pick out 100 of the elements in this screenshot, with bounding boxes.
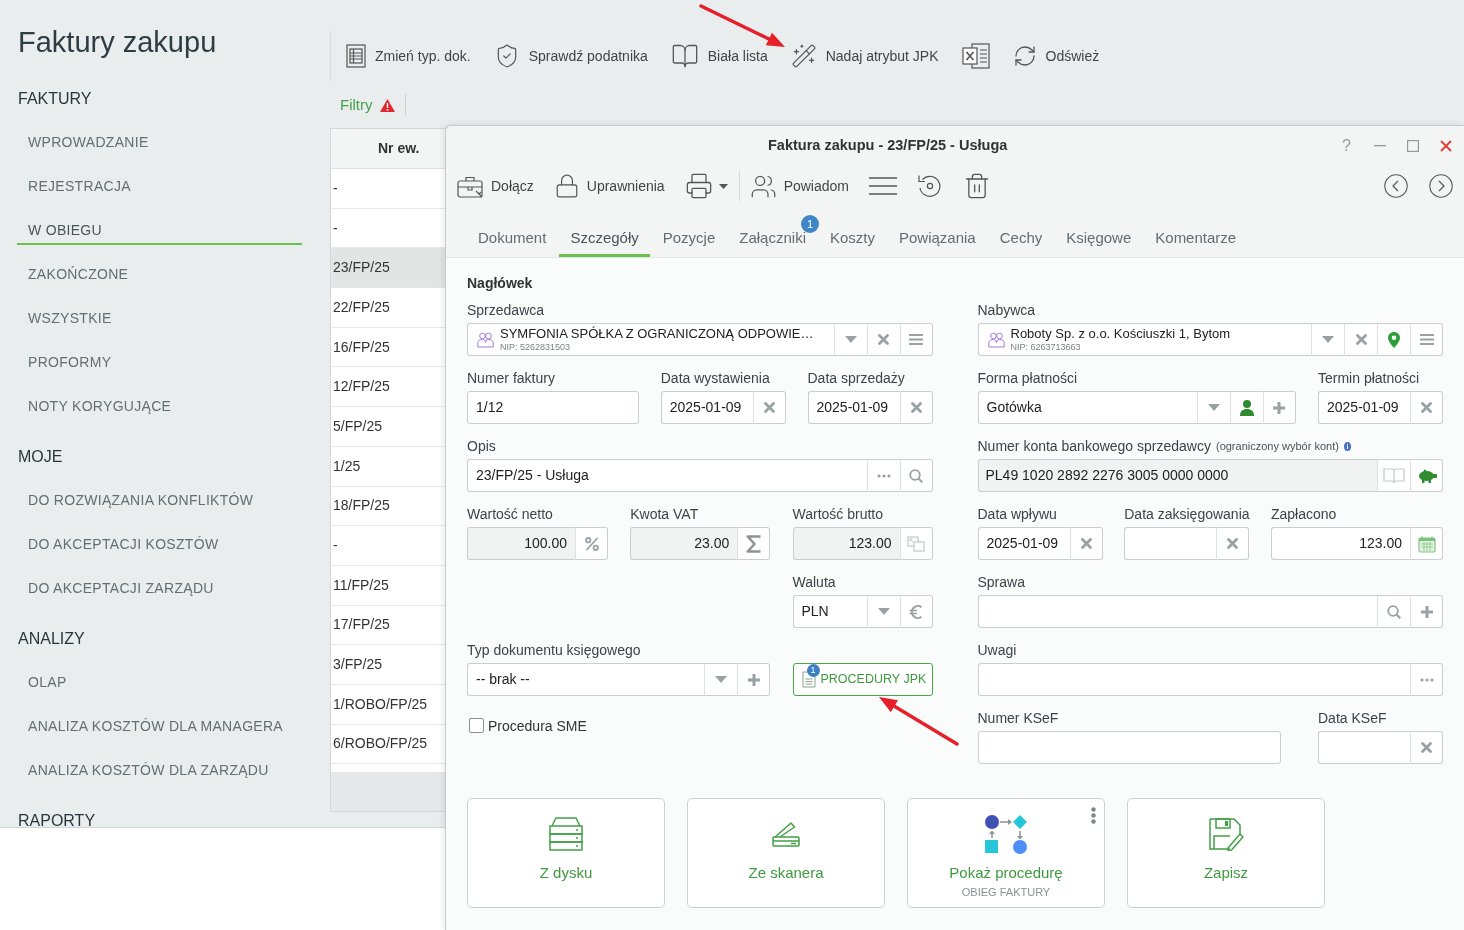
clear-button[interactable] (1410, 731, 1443, 764)
clear-button[interactable] (1410, 391, 1443, 424)
text-field[interactable]: 123.00 (1271, 527, 1410, 560)
location-button[interactable] (1377, 323, 1410, 356)
clear-icon (1080, 538, 1092, 549)
person-button[interactable] (1229, 391, 1263, 424)
change-document-type-button[interactable]: Zmień typ. dok. (336, 36, 481, 76)
next-button[interactable] (1429, 174, 1453, 198)
text-field[interactable] (977, 731, 1281, 764)
menu-button[interactable] (1410, 323, 1443, 356)
tab[interactable]: Cechy (988, 219, 1054, 257)
contractor-field[interactable]: Roboty Sp. z o.o. Kościuszki 1, Bytom NIP: 6263713663 (977, 323, 1311, 356)
add-button[interactable] (1410, 595, 1443, 628)
text-field[interactable] (1124, 527, 1217, 560)
document-icon (346, 44, 366, 68)
text-field[interactable]: 2025-01-09 (1318, 391, 1410, 424)
text-field[interactable]: PLN (792, 595, 867, 628)
menu-button[interactable] (899, 323, 933, 356)
calendar-button[interactable] (1410, 527, 1443, 560)
text-field[interactable]: 100.00 (467, 527, 575, 560)
piggy-bank-button[interactable] (1410, 459, 1443, 492)
tab[interactable]: Dokument (467, 219, 558, 257)
tab[interactable]: Pozycje (651, 219, 727, 257)
sidebar-item[interactable]: ANALIZA KOSZTÓW DLA MANAGERA (17, 704, 302, 741)
sidebar-item[interactable]: ANALIZA KOSZTÓW DLA ZARZĄDU (17, 748, 302, 785)
clear-icon (1421, 742, 1432, 753)
text-field[interactable]: 2025-01-09 (660, 391, 753, 424)
jpk-attribute-button[interactable]: Nadaj atrybut JPK (780, 36, 949, 76)
tab[interactable]: Komentarze (1144, 219, 1248, 257)
sidebar-item[interactable]: W OBIEGU (17, 208, 302, 245)
sidebar-item[interactable]: PROFORMY (17, 340, 302, 377)
clear-button[interactable] (1069, 527, 1103, 560)
field-label: Wartość brutto (792, 506, 883, 522)
text-field[interactable]: 1/12 (467, 391, 639, 424)
tab[interactable]: Koszty (818, 219, 886, 257)
dropdown-button[interactable] (1311, 323, 1344, 356)
show-procedure-button[interactable]: Pokaż procedurę OBIEG FAKTURY (907, 798, 1105, 908)
notify-button[interactable]: Powiadom (749, 169, 849, 203)
jpk-procedures-button[interactable]: 1 PROCEDURY JPK (792, 663, 933, 696)
from-scanner-button[interactable]: Ze skanera (687, 798, 885, 908)
add-button[interactable] (1262, 391, 1296, 424)
currency-button[interactable] (899, 595, 933, 628)
text-field[interactable]: 123.00 (792, 527, 900, 560)
sum-button[interactable] (737, 527, 771, 560)
clear-button[interactable] (1344, 323, 1377, 356)
field-label: Data sprzedaży (807, 370, 905, 386)
clear-button[interactable] (1216, 527, 1250, 560)
sidebar-item[interactable]: ZAKOŃCZONE (17, 252, 302, 289)
sidebar-item[interactable]: NOTY KORYGUJĄCE (17, 384, 302, 421)
percent-button[interactable] (575, 527, 608, 560)
sidebar-item[interactable]: DO AKCEPTACJI ZARZĄDU (17, 566, 302, 603)
column-header[interactable]: Nr ew. (378, 138, 420, 159)
dropdown-button[interactable] (866, 595, 900, 628)
attach-button[interactable]: Dołącz (457, 169, 534, 203)
table-row[interactable]: 23/FP/25 (331, 248, 446, 289)
sidebar-item[interactable]: DO AKCEPTACJI KOSZTÓW (17, 522, 302, 559)
contractor-field[interactable]: SYMFONIA SPÓŁKA Z OGRANICZONĄ ODPOWIE… NIP: 5262831503 (467, 323, 834, 356)
add-button[interactable] (737, 663, 770, 696)
caret-icon (715, 676, 727, 683)
dropdown-button[interactable] (1196, 391, 1230, 424)
permissions-button[interactable]: Uprawnienia (553, 169, 665, 203)
text-field[interactable]: -- brak -- (467, 663, 704, 696)
clear-button[interactable] (752, 391, 786, 424)
sidebar-item[interactable]: WSZYSTKIE (17, 296, 302, 333)
text-field[interactable]: 2025-01-09 (807, 391, 900, 424)
save-button[interactable]: Zapisz (1127, 798, 1325, 908)
text-field[interactable] (1318, 731, 1410, 764)
text-field[interactable] (977, 595, 1377, 628)
verify-taxpayer-button[interactable]: Sprawdź podatnika (483, 36, 658, 76)
from-disk-button[interactable]: Z dysku (467, 798, 665, 908)
text-field[interactable]: 2025-01-09 (977, 527, 1070, 560)
floppy-disk-icon (1208, 817, 1244, 851)
clear-button[interactable] (866, 323, 900, 356)
more-button[interactable] (866, 459, 900, 492)
dropdown-button[interactable] (833, 323, 867, 356)
checkbox[interactable] (469, 718, 484, 733)
text-field[interactable] (977, 663, 1410, 696)
search-button[interactable] (899, 459, 933, 492)
clear-icon (878, 334, 889, 345)
magic-wand-icon (790, 43, 817, 69)
dropdown-button[interactable] (704, 663, 737, 696)
refresh-button[interactable]: Odśwież (1002, 36, 1110, 76)
previous-button[interactable] (1384, 174, 1408, 198)
menu-icon (909, 334, 923, 345)
text-field[interactable]: 23/FP/25 - Usługa (467, 459, 867, 492)
sidebar-item[interactable]: WPROWADZANIE (17, 120, 302, 157)
whitelist-button[interactable]: Biała lista (660, 36, 778, 76)
sidebar-item[interactable]: REJESTRACJA (17, 164, 302, 201)
text-field[interactable]: PL49 1020 2892 2276 3005 0000 0000 (977, 459, 1377, 492)
text-field[interactable]: Gotówka (977, 391, 1197, 424)
tab[interactable]: Księgowe (1055, 219, 1143, 257)
text-field[interactable]: 23.00 (630, 527, 738, 560)
more-button[interactable] (1410, 663, 1443, 696)
kebab-menu-icon[interactable] (1091, 807, 1096, 824)
search-button[interactable] (1377, 595, 1410, 628)
clear-button[interactable] (899, 391, 933, 424)
sidebar-item[interactable]: OLAP (17, 660, 302, 697)
tab[interactable]: Powiązania (888, 219, 987, 257)
convert-button[interactable] (899, 527, 933, 560)
sidebar-item[interactable]: DO ROZWIĄZANIA KONFLIKTÓW (17, 478, 302, 515)
